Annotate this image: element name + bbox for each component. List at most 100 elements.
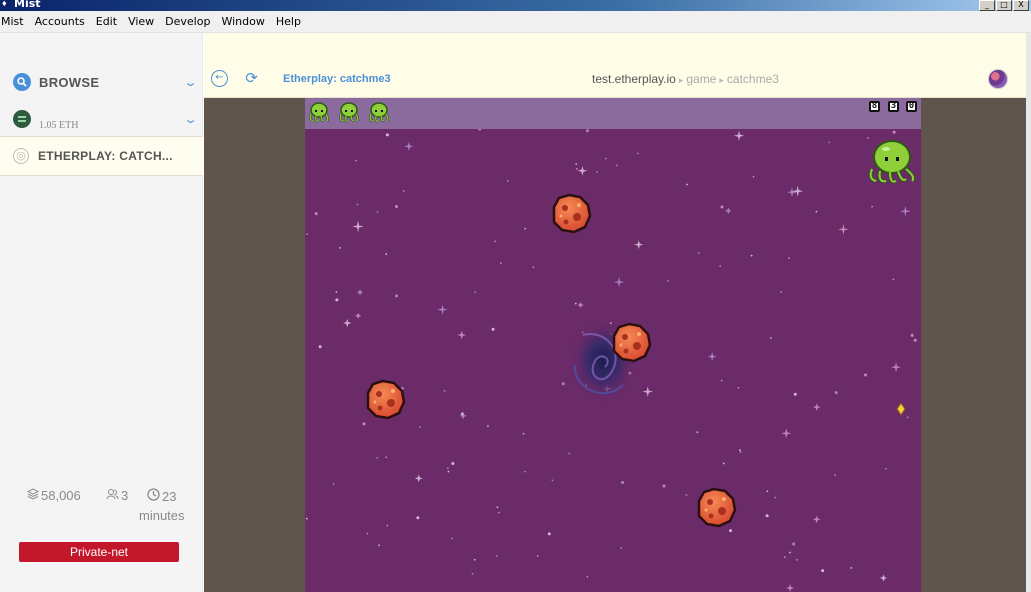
star bbox=[738, 449, 741, 451]
star bbox=[496, 555, 498, 558]
star bbox=[737, 386, 740, 389]
last-block-time-value: 23 bbox=[162, 488, 177, 504]
star bbox=[335, 298, 339, 302]
star bbox=[506, 180, 509, 183]
asteroid bbox=[697, 487, 737, 528]
menu-accounts[interactable]: Accounts bbox=[30, 15, 91, 28]
star bbox=[910, 333, 914, 337]
url-breadcrumb[interactable]: test.etherplay.io ▸ game ▸ catchme3 bbox=[592, 72, 779, 86]
star bbox=[812, 515, 821, 524]
block-count-value: 58,006 bbox=[41, 488, 81, 503]
star bbox=[850, 567, 853, 569]
star bbox=[792, 185, 804, 197]
webview: 8 3 0 bbox=[204, 98, 1026, 592]
star bbox=[604, 157, 607, 160]
minimize-button[interactable]: _ bbox=[979, 0, 995, 11]
star bbox=[318, 345, 322, 349]
sidebar-item-account[interactable]: 1.05 ETH ⌄ bbox=[0, 106, 203, 132]
browser-header: ← ⟳ Etherplay: catchme3 test.etherplay.i… bbox=[204, 33, 1026, 98]
star bbox=[394, 205, 398, 209]
breadcrumb-separator-icon: ▸ bbox=[719, 75, 724, 85]
star bbox=[828, 141, 831, 144]
star bbox=[642, 386, 653, 397]
star bbox=[636, 152, 639, 155]
chevron-down-icon[interactable]: ⌄ bbox=[183, 113, 198, 126]
time-unit: minutes bbox=[139, 508, 185, 523]
maximize-button[interactable]: □ bbox=[996, 0, 1012, 11]
game-field bbox=[305, 129, 917, 592]
dapp-avatar-icon[interactable] bbox=[988, 69, 1008, 89]
menu-view[interactable]: View bbox=[123, 15, 160, 28]
window-title: Mist bbox=[14, 0, 41, 10]
window-right-edge bbox=[1026, 33, 1031, 592]
reload-icon[interactable]: ⟳ bbox=[243, 70, 260, 87]
star bbox=[385, 456, 388, 459]
star bbox=[793, 392, 797, 396]
star bbox=[496, 506, 499, 509]
game-hud: 8 3 0 bbox=[305, 98, 921, 129]
star bbox=[395, 294, 399, 298]
star bbox=[750, 254, 753, 257]
menu-develop[interactable]: Develop bbox=[160, 15, 216, 28]
star bbox=[575, 163, 578, 165]
star bbox=[306, 233, 309, 236]
star bbox=[781, 428, 792, 439]
close-button[interactable]: X bbox=[1013, 0, 1029, 11]
star bbox=[356, 288, 364, 296]
star bbox=[568, 452, 571, 455]
window-controls: _ □ X bbox=[979, 0, 1029, 11]
star bbox=[752, 175, 755, 178]
star bbox=[497, 511, 500, 514]
peer-count-value: 3 bbox=[121, 488, 129, 503]
star bbox=[446, 467, 449, 470]
menu-window[interactable]: Window bbox=[216, 15, 270, 28]
star bbox=[473, 558, 476, 561]
star bbox=[385, 133, 389, 137]
menu-mist[interactable]: Mist bbox=[0, 15, 30, 28]
account-identicon-icon bbox=[13, 110, 31, 128]
star bbox=[414, 474, 423, 483]
star bbox=[335, 290, 338, 293]
app-icon: ♦ bbox=[2, 0, 7, 8]
sidebar-item-etherplay-tab[interactable]: ◎ ETHERPLAY: CATCH... bbox=[0, 136, 203, 176]
star bbox=[613, 276, 625, 288]
star bbox=[785, 583, 795, 592]
star bbox=[720, 205, 724, 209]
star bbox=[419, 426, 422, 428]
star bbox=[834, 391, 838, 395]
star bbox=[451, 461, 455, 465]
star bbox=[404, 141, 414, 151]
menu-edit[interactable]: Edit bbox=[91, 15, 123, 28]
gem-pickup bbox=[896, 402, 906, 416]
last-block-time: 23 bbox=[147, 488, 176, 504]
globe-icon: ◎ bbox=[13, 148, 29, 164]
peers-icon bbox=[106, 488, 119, 503]
browse-label: BROWSE bbox=[39, 74, 100, 90]
star bbox=[789, 551, 791, 554]
menu-bar: Mist Accounts Edit View Develop Window H… bbox=[0, 11, 1031, 33]
chevron-down-icon[interactable]: ⌄ bbox=[183, 76, 198, 89]
star bbox=[837, 223, 849, 235]
star bbox=[574, 302, 577, 305]
star bbox=[620, 547, 623, 549]
star bbox=[725, 207, 732, 215]
game-canvas[interactable]: 8 3 0 bbox=[305, 98, 921, 592]
octopus-player[interactable] bbox=[868, 140, 916, 184]
back-icon[interactable]: ← bbox=[211, 70, 228, 87]
clock-icon bbox=[147, 488, 160, 504]
star bbox=[376, 457, 379, 459]
asteroid bbox=[552, 193, 592, 234]
star bbox=[551, 479, 554, 482]
life-octopus-icon bbox=[339, 102, 360, 123]
star bbox=[697, 252, 700, 254]
tab-label: ETHERPLAY: CATCH... bbox=[38, 149, 173, 163]
star bbox=[906, 416, 909, 419]
star bbox=[487, 425, 489, 428]
network-badge: Private-net bbox=[19, 542, 179, 562]
star bbox=[792, 542, 796, 546]
life-octopus-icon bbox=[369, 102, 390, 123]
sidebar-item-browse[interactable]: BROWSE ⌄ bbox=[0, 69, 203, 95]
menu-help[interactable]: Help bbox=[271, 15, 307, 28]
peer-count: 3 bbox=[106, 488, 128, 503]
star bbox=[355, 312, 362, 319]
